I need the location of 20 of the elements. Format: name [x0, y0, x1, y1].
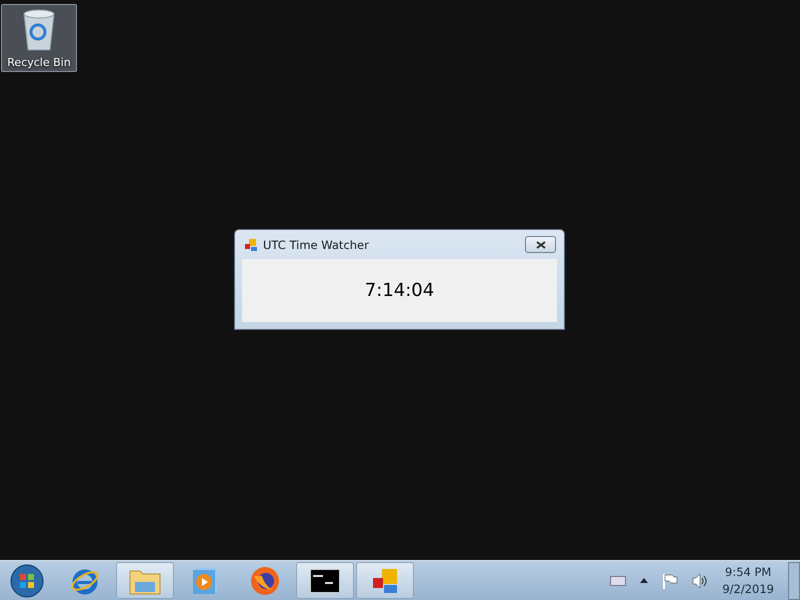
desktop-icon[interactable]: Recycle Bin [1, 4, 77, 72]
start-orb-icon [10, 564, 44, 598]
desktop-icon-label: Recycle Bin [7, 56, 71, 69]
tray-time: 9:54 PM [725, 564, 772, 580]
speaker-icon[interactable] [692, 572, 708, 588]
app-icon [244, 238, 258, 252]
console-icon [310, 568, 340, 592]
caret-up-icon[interactable] [640, 578, 648, 583]
tray-date: 9/2/2019 [722, 580, 774, 598]
close-icon [536, 240, 546, 248]
close-button[interactable] [525, 236, 556, 253]
time-label: 7:14:04 [364, 280, 434, 301]
taskbar-button[interactable] [296, 562, 354, 599]
keyboard-icon[interactable] [610, 576, 626, 586]
fox-browser-icon [250, 566, 280, 596]
window-title: UTC Time Watcher [263, 238, 370, 252]
trash-bin-icon [21, 8, 57, 52]
taskbar-clock[interactable]: 9:54 PM 9/2/2019 [722, 564, 774, 598]
flag-icon[interactable] [662, 572, 678, 588]
media-player-icon [192, 566, 218, 594]
